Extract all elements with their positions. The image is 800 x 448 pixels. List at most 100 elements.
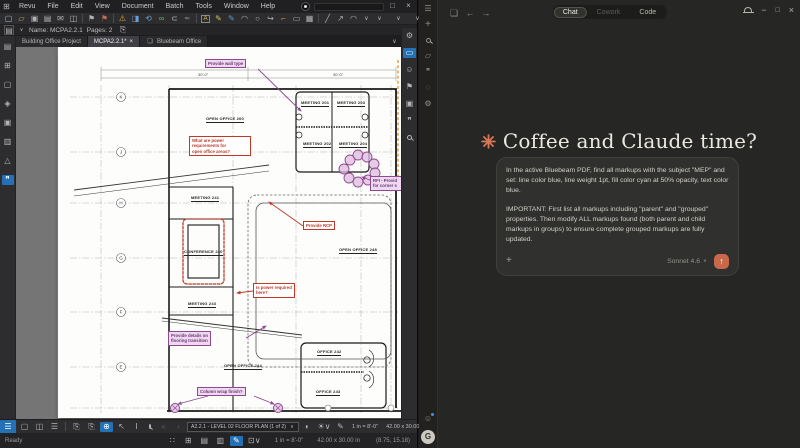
snap-icon[interactable]: ⊞ bbox=[182, 436, 195, 446]
pencil-icon[interactable]: ✎ bbox=[212, 14, 225, 24]
polyline-icon[interactable]: ⌐ bbox=[277, 14, 290, 24]
tool-chest-icon[interactable]: ▣ bbox=[2, 118, 14, 128]
two-page-icon[interactable]: ◫ bbox=[33, 422, 46, 432]
menu-help[interactable]: Help bbox=[255, 3, 281, 10]
single-page-icon[interactable]: ▢ bbox=[18, 422, 31, 432]
save-panel-icon[interactable]: ▣ bbox=[403, 99, 416, 109]
new-chat-icon[interactable]: + bbox=[422, 20, 434, 30]
image-icon[interactable]: ▦ bbox=[303, 14, 316, 24]
flag-icon[interactable]: ⚑ bbox=[85, 14, 98, 24]
chevron-down-icon[interactable]: ∨ bbox=[373, 14, 386, 24]
line-icon[interactable]: ╱ bbox=[321, 14, 334, 24]
tab-close-icon[interactable]: × bbox=[130, 39, 134, 45]
notification-icon[interactable]: ☺ bbox=[422, 414, 434, 424]
zoom-icon[interactable] bbox=[149, 424, 151, 429]
rectangle-icon[interactable]: ▭ bbox=[290, 14, 303, 24]
chats-icon[interactable]: ❞ bbox=[422, 67, 434, 77]
tab-building-office-project[interactable]: Building Office Project bbox=[16, 36, 88, 47]
close-icon[interactable]: × bbox=[789, 5, 794, 15]
markup-callout-wall-type[interactable]: Provide wall type bbox=[205, 59, 246, 68]
tab-cowork[interactable]: Cowork bbox=[588, 7, 630, 18]
avatar[interactable]: G bbox=[421, 430, 435, 444]
bookmarks-icon[interactable]: ▥ bbox=[2, 137, 14, 147]
contrast-icon[interactable]: ◐ bbox=[301, 422, 314, 432]
titlebar-search-field[interactable] bbox=[314, 3, 384, 11]
flag-status-icon[interactable]: ⚑ bbox=[98, 14, 111, 24]
send-button[interactable]: ↑ bbox=[714, 254, 729, 269]
tab-code[interactable]: Code bbox=[630, 7, 665, 18]
text-box-icon[interactable]: A bbox=[201, 15, 210, 23]
select-icon[interactable]: ↖ bbox=[115, 422, 128, 432]
tab-mcpa221[interactable]: MCPA2.2.1* × bbox=[88, 36, 140, 47]
artifacts-icon[interactable]: ◌ bbox=[422, 83, 434, 93]
sidebar-toggle-icon[interactable]: ❏ bbox=[446, 8, 462, 19]
cloud-markup-icon[interactable]: ◠ bbox=[238, 14, 251, 24]
composer-text-paragraph[interactable]: IMPORTANT: First list all markups includ… bbox=[506, 205, 729, 245]
pan-icon[interactable]: ⊕ bbox=[100, 422, 113, 432]
text-select-icon[interactable]: I bbox=[130, 422, 143, 432]
print-icon[interactable]: ▤ bbox=[41, 14, 54, 24]
chat-panel-icon[interactable]: ❞ bbox=[2, 175, 14, 185]
markup-textbox-power-question[interactable]: What are power requirements for open off… bbox=[189, 136, 251, 156]
menu-window[interactable]: Window bbox=[218, 3, 255, 10]
markup-callout-power-required[interactable]: Is power required here? bbox=[253, 283, 295, 298]
view-mode-icon[interactable]: ⊡∨ bbox=[246, 436, 263, 446]
previous-page-icon[interactable]: ‹ bbox=[172, 422, 185, 432]
page-setup-icon[interactable]: ⎘ bbox=[116, 25, 129, 35]
forward-icon[interactable]: → bbox=[478, 8, 494, 18]
attachment-icon[interactable]: ⊂ bbox=[168, 14, 181, 24]
properties-panel-icon[interactable]: ▭ bbox=[403, 48, 416, 58]
search-icon[interactable] bbox=[426, 38, 431, 43]
close-icon[interactable]: × bbox=[402, 1, 415, 11]
layers-toggle-icon[interactable]: ▥ bbox=[214, 436, 227, 446]
menu-revu[interactable]: Revu bbox=[13, 3, 41, 10]
tab-bluebeam-office[interactable]: ❑ Bluebeam Office bbox=[140, 36, 208, 47]
menu-edit[interactable]: Edit bbox=[65, 3, 89, 10]
incognito-icon[interactable] bbox=[744, 7, 752, 12]
floor-plan-page[interactable]: KJH GFE bbox=[57, 47, 401, 418]
file-access-icon[interactable]: ▤ bbox=[2, 42, 14, 52]
pdf-canvas[interactable]: KJH GFE bbox=[16, 47, 401, 419]
split-view-icon[interactable]: ◫ bbox=[67, 14, 80, 24]
sign-icon[interactable]: ✒ bbox=[181, 14, 194, 24]
email-icon[interactable]: ✉ bbox=[54, 14, 67, 24]
studio-user-icon[interactable]: ☺ bbox=[403, 65, 416, 75]
composer-text-paragraph[interactable]: In the active Bluebeam PDF, find all mar… bbox=[506, 166, 729, 196]
menu-tools[interactable]: Tools bbox=[190, 3, 218, 10]
menu-icon[interactable]: ☰ bbox=[422, 4, 434, 14]
disable-markups-icon[interactable]: ✎ bbox=[334, 422, 347, 432]
open-folder-icon[interactable]: ▱ bbox=[15, 14, 28, 24]
first-page-icon[interactable]: « bbox=[157, 422, 170, 432]
measurements-icon[interactable]: △ bbox=[2, 156, 14, 166]
layers-icon[interactable]: ◈ bbox=[2, 99, 14, 109]
model-selector[interactable]: Sonnet 4.6 ∨ bbox=[667, 256, 708, 266]
page-mode-icon[interactable]: ▤ bbox=[198, 436, 211, 446]
new-document-icon[interactable]: ▢ bbox=[2, 14, 15, 24]
sync-icon[interactable]: ⟲ bbox=[142, 14, 155, 24]
flags-panel-icon[interactable]: ⚑ bbox=[403, 82, 416, 92]
composer[interactable]: In the active Bluebeam PDF, find all mar… bbox=[496, 157, 739, 276]
chevron-down-icon[interactable]: ∨ bbox=[360, 14, 373, 24]
chevron-down-icon[interactable]: ∨ bbox=[18, 25, 25, 35]
hyperlink-icon[interactable]: ∞ bbox=[155, 14, 168, 24]
page-left-icon[interactable]: ⎘ bbox=[70, 422, 83, 432]
menu-view[interactable]: View bbox=[89, 3, 116, 10]
save-icon[interactable]: ▣ bbox=[28, 14, 41, 24]
settings-gear-icon[interactable]: ⚙ bbox=[403, 31, 416, 41]
highlighter-icon[interactable]: ✎ bbox=[225, 14, 238, 24]
maximize-icon[interactable]: □ bbox=[776, 7, 780, 14]
alert-icon[interactable]: ⚠ bbox=[116, 14, 129, 24]
chevron-down-icon[interactable]: ∨ bbox=[392, 14, 405, 24]
menu-batch[interactable]: Batch bbox=[160, 3, 190, 10]
comments-panel-icon[interactable]: ❞ bbox=[403, 116, 416, 126]
tab-overflow-chevron-icon[interactable]: ∨ bbox=[388, 37, 401, 47]
pen-mode-icon[interactable]: ✎ bbox=[230, 436, 243, 446]
page-right-icon[interactable]: ⎘ bbox=[85, 422, 98, 432]
ellipse-icon[interactable]: ○ bbox=[251, 14, 264, 24]
minimize-icon[interactable]: − bbox=[761, 5, 766, 15]
thumbnails-icon[interactable]: ▢ bbox=[2, 80, 14, 90]
menu-document[interactable]: Document bbox=[116, 3, 160, 10]
arc-icon[interactable]: ◠ bbox=[347, 14, 360, 24]
markup-callout-column-wrap[interactable]: Column wrap finish? bbox=[197, 387, 246, 396]
markup-callout-rfi[interactable]: RFI - Provid for corner s bbox=[370, 176, 401, 191]
